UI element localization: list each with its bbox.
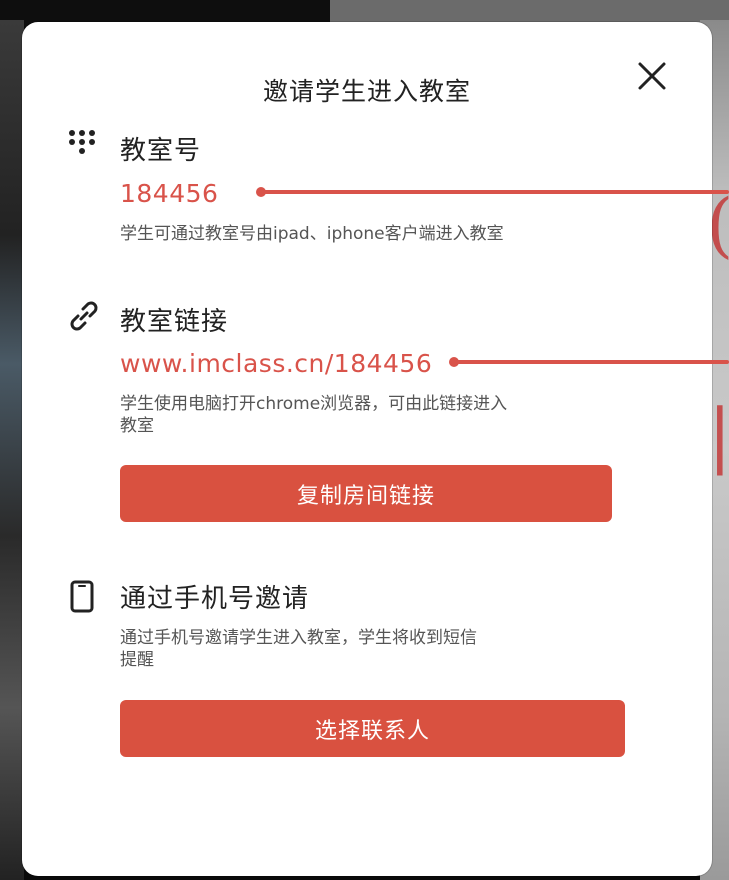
phone-invite-description-line: 提醒 [120, 650, 154, 670]
room-link-description-line: 学生使用电脑打开chrome浏览器，可由此链接进入 [120, 394, 508, 414]
phone-invite-description: 通过手机号邀请学生进入教室，学生将收到短信 提醒 [120, 627, 477, 671]
room-link-value[interactable]: www.imclass.cn/184456 [120, 349, 432, 378]
background-left [0, 20, 24, 880]
link-icon [70, 301, 98, 331]
screen: ( | 邀请学生进入教室 教室号 184456 学生可通过教室号由ipad、ip… [0, 0, 729, 880]
room-number-value: 184456 [120, 179, 219, 208]
room-link-description-line: 教室 [120, 416, 154, 436]
invite-dialog: 邀请学生进入教室 教室号 184456 学生可通过教室号由ipad、iphone… [22, 22, 712, 876]
copy-room-link-button[interactable]: 复制房间链接 [120, 465, 612, 522]
room-link-label: 教室链接 [120, 307, 229, 337]
room-link-description: 学生使用电脑打开chrome浏览器，可由此链接进入 教室 [120, 393, 507, 437]
dialog-title: 邀请学生进入教室 [262, 77, 471, 106]
close-button[interactable] [632, 56, 672, 96]
phone-icon [70, 580, 94, 613]
room-number-description: 学生可通过教室号由ipad、iphone客户端进入教室 [120, 224, 504, 244]
phone-invite-description-line: 通过手机号邀请学生进入教室，学生将收到短信 [120, 628, 477, 648]
phone-invite-label: 通过手机号邀请 [120, 584, 310, 614]
select-contact-button[interactable]: 选择联系人 [120, 700, 625, 757]
keypad-icon [69, 130, 95, 154]
annotation-line [262, 190, 729, 194]
close-icon [638, 62, 666, 90]
room-number-label: 教室号 [120, 136, 202, 166]
annotation-line [455, 360, 729, 364]
